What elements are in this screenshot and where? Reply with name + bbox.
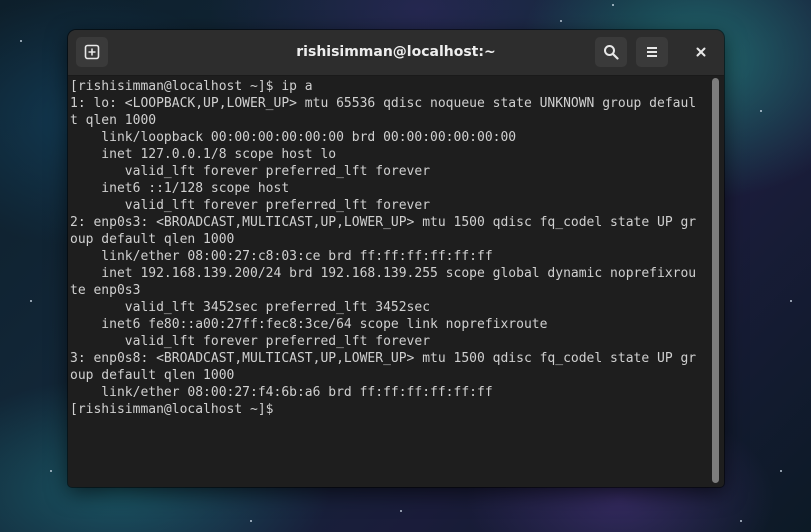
- terminal-line: valid_lft forever preferred_lft forever: [70, 164, 431, 179]
- wallpaper-star: [560, 20, 562, 22]
- headerbar: rishisimman@localhost:~: [68, 30, 724, 76]
- wallpaper-star: [760, 110, 762, 112]
- menu-button[interactable]: [636, 37, 668, 67]
- close-button[interactable]: [685, 37, 717, 67]
- terminal-line: link/ether 08:00:27:c8:03:ce brd ff:ff:f…: [70, 249, 493, 264]
- terminal-line: oup default qlen 1000: [70, 368, 235, 383]
- terminal-line: inet 127.0.0.1/8 scope host lo: [70, 147, 337, 162]
- terminal-line: valid_lft forever preferred_lft forever: [70, 334, 431, 349]
- wallpaper-star: [740, 520, 742, 522]
- terminal-line: te enp0s3: [70, 283, 141, 298]
- terminal-line: valid_lft forever preferred_lft forever: [70, 198, 431, 213]
- terminal-line: inet6 ::1/128 scope host: [70, 181, 290, 196]
- terminal-window: rishisimman@localhost:~ [rishisimman@loc…: [68, 30, 724, 487]
- terminal-line: 1: lo: <LOOPBACK,UP,LOWER_UP> mtu 65536 …: [70, 96, 697, 111]
- search-button[interactable]: [595, 37, 627, 67]
- terminal-line: [rishisimman@localhost ~]$ ip a: [70, 79, 313, 94]
- terminal-line: inet 192.168.139.200/24 brd 192.168.139.…: [70, 266, 697, 281]
- new-tab-button[interactable]: [76, 37, 108, 67]
- terminal-line: [rishisimman@localhost ~]$: [70, 402, 282, 417]
- terminal-line: inet6 fe80::a00:27ff:fec8:3ce/64 scope l…: [70, 317, 548, 332]
- window-title: rishisimman@localhost:~: [296, 44, 496, 60]
- terminal-line: link/loopback 00:00:00:00:00:00 brd 00:0…: [70, 130, 517, 145]
- wallpaper-star: [612, 4, 614, 6]
- scrollbar[interactable]: [712, 78, 719, 483]
- wallpaper-star: [20, 40, 22, 42]
- terminal-line: 2: enp0s3: <BROADCAST,MULTICAST,UP,LOWER…: [70, 215, 697, 230]
- terminal-output[interactable]: [rishisimman@localhost ~]$ ip a 1: lo: <…: [68, 76, 710, 487]
- terminal-line: link/ether 08:00:27:f4:6b:a6 brd ff:ff:f…: [70, 385, 493, 400]
- wallpaper-star: [250, 520, 252, 522]
- terminal-line: oup default qlen 1000: [70, 232, 235, 247]
- terminal-line: t qlen 1000: [70, 113, 157, 128]
- wallpaper-star: [30, 300, 32, 302]
- wallpaper-star: [400, 510, 402, 512]
- wallpaper-star: [50, 470, 52, 472]
- terminal-line: valid_lft 3452sec preferred_lft 3452sec: [70, 300, 431, 315]
- terminal-line: 3: enp0s8: <BROADCAST,MULTICAST,UP,LOWER…: [70, 351, 697, 366]
- wallpaper-star: [790, 300, 792, 302]
- wallpaper-star: [780, 470, 782, 472]
